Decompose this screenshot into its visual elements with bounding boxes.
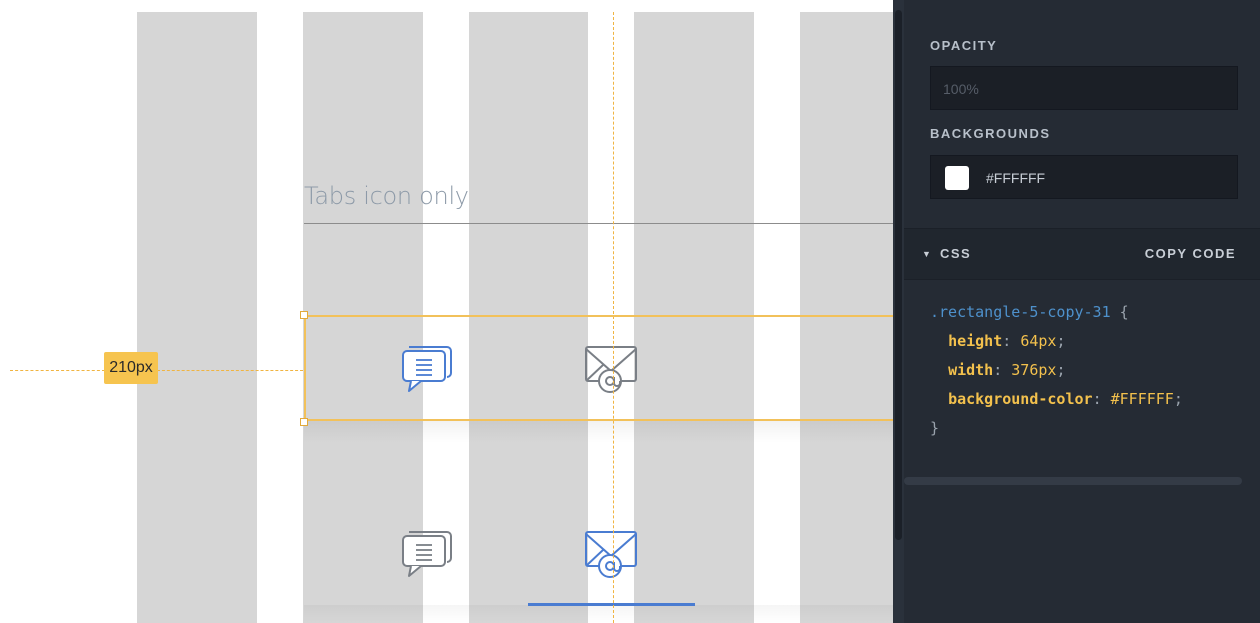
- background-color-field[interactable]: #FFFFFF: [930, 155, 1238, 199]
- horizontal-guide-line: [10, 370, 105, 371]
- layout-grid-column: [137, 12, 257, 623]
- css-code-block: .rectangle-5-copy-31 { height: 64px; wid…: [930, 303, 1183, 437]
- section-divider: [304, 223, 893, 224]
- horizontal-guide-line: [157, 370, 303, 371]
- code-horizontal-scrollbar[interactable]: [904, 477, 1242, 485]
- css-section-header[interactable]: ▼ CSS COPY CODE: [904, 228, 1260, 280]
- collapse-caret-icon[interactable]: ▼: [922, 229, 931, 279]
- css-close-brace: }: [930, 419, 940, 437]
- inspector-panel: OPACITY 100% BACKGROUNDS #FFFFFF ▼ CSS C…: [904, 0, 1260, 623]
- canvas-scrollbar-thumb[interactable]: [895, 10, 902, 540]
- selected-layer-outline[interactable]: [304, 315, 893, 421]
- css-property: height: [948, 332, 1003, 350]
- tab-bar-shadow: [304, 605, 893, 623]
- css-value: #FFFFFF: [1110, 390, 1174, 408]
- resize-handle[interactable]: [300, 311, 308, 319]
- active-tab-indicator: [528, 603, 695, 606]
- mail-at-icon[interactable]: [583, 526, 639, 582]
- section-title: Tabs icon only: [304, 182, 469, 210]
- opacity-placeholder: 100%: [943, 81, 979, 97]
- copy-code-button[interactable]: COPY CODE: [1145, 229, 1236, 279]
- tab-bar-shadow: [304, 421, 893, 443]
- background-color-value: #FFFFFF: [986, 170, 1046, 186]
- css-open-brace: {: [1110, 303, 1129, 321]
- opacity-field[interactable]: 100%: [930, 66, 1238, 110]
- backgrounds-label: BACKGROUNDS: [930, 126, 1051, 141]
- css-value: 64px: [1020, 332, 1057, 350]
- css-property: width: [948, 361, 994, 379]
- design-canvas[interactable]: Tabs icon only 210px: [0, 0, 893, 623]
- css-property: background-color: [948, 390, 1093, 408]
- resize-handle[interactable]: [300, 418, 308, 426]
- distance-badge: 210px: [104, 352, 158, 384]
- css-section-title: CSS: [940, 246, 972, 261]
- opacity-label: OPACITY: [930, 38, 998, 53]
- css-value: 376px: [1011, 361, 1057, 379]
- css-selector: .rectangle-5-copy-31: [930, 303, 1111, 321]
- color-swatch[interactable]: [945, 166, 969, 190]
- chat-bubble-icon[interactable]: [399, 526, 455, 582]
